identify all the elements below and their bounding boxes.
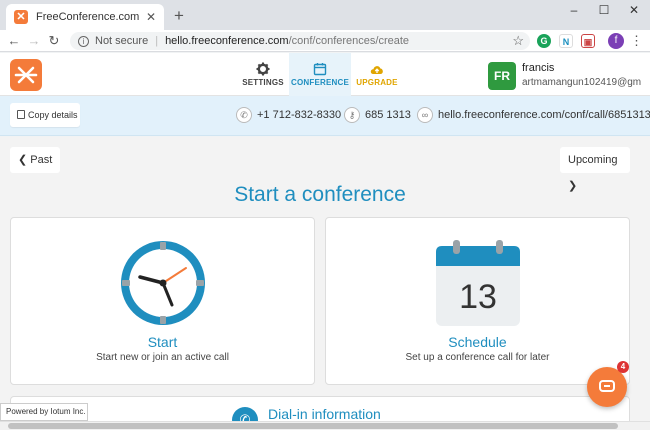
back-icon[interactable]: ← [4,33,24,48]
schedule-call-card[interactable]: 13 Schedule Set up a conference call for… [325,217,630,385]
copy-details-label: Copy details [28,110,78,120]
phone-icon: ✆ [236,107,252,123]
copy-icon [17,110,25,119]
clock-icon [121,241,205,325]
chevron-left-icon: ❮ [18,154,28,166]
chat-button[interactable] [587,367,627,407]
grammarly-extension-icon[interactable]: G [537,34,551,48]
page-title: Start a conference [234,183,406,206]
calendar-icon [313,63,327,76]
nav-settings-label: SETTINGS [242,78,284,87]
address-separator: | [155,35,159,47]
forward-icon[interactable]: → [24,33,44,48]
notion-extension-icon[interactable]: N [559,34,573,48]
reload-icon[interactable]: ↻ [44,33,64,49]
chat-bubble-icon [599,380,615,392]
freeconference-favicon-icon: ✕ [14,10,28,24]
nav-upgrade[interactable]: UPGRADE [352,53,402,96]
calendar-day-number: 13 [459,278,497,316]
new-tab-button[interactable]: + [170,6,188,26]
access-code: ⚷ 685 1313 [344,107,411,123]
app-header: SETTINGS CONFERENCE UPGRADE [0,53,650,96]
nav-conference-label: CONFERENCE [290,78,349,87]
start-card-subtitle: Start new or join an active call [96,352,229,363]
nav-conference[interactable]: CONFERENCE [289,53,351,96]
cloud-upload-icon [370,66,383,74]
gear-icon [256,62,270,76]
conference-details-bar: Copy details ✆ +1 712-832-8330 ⚷ 685 131… [0,96,650,136]
upcoming-label: Upcoming [568,154,618,166]
address-host: hello.freeconference.com [165,35,289,47]
window-close-icon[interactable]: ✕ [624,3,644,17]
security-label: Not secure [95,35,149,47]
copy-details-button[interactable]: Copy details [10,103,80,127]
info-icon[interactable]: i [78,35,89,47]
user-email: artmamangun102419@gm [522,77,642,88]
past-label: Past [30,154,53,166]
past-button[interactable]: ❮ Past [10,147,61,173]
maximize-icon[interactable]: ☐ [594,3,614,17]
calendar-13-icon: 13 [436,240,520,326]
browser-tabstrip: ✕ FreeConference.com ✕ + – ☐ ✕ [0,0,650,30]
dial-in-phone-number: +1 712-832-8330 [257,109,342,121]
start-call-card[interactable]: Start Start new or join an active call [10,217,315,385]
tab-close-icon[interactable]: ✕ [146,10,156,24]
link-icon: ∞ [417,107,433,123]
user-name[interactable]: francis [522,62,554,74]
browser-tab[interactable]: ✕ FreeConference.com ✕ [6,4,164,30]
upcoming-button[interactable]: Upcoming ❯ [560,147,630,192]
nav-settings[interactable]: SETTINGS [240,53,286,96]
browser-menu-icon[interactable]: ⋮ [630,33,643,49]
browser-toolbar: ← → ↻ i Not secure | hello.freeconferenc… [0,30,650,52]
profile-avatar-icon[interactable]: f [608,33,624,49]
schedule-card-title: Schedule [448,334,507,350]
bookmark-star-icon[interactable]: ☆ [512,33,524,49]
nav-upgrade-label: UPGRADE [356,78,398,87]
schedule-card-subtitle: Set up a conference call for later [405,352,550,363]
address-path: /conf/conferences/create [288,35,410,47]
main-content: ❮ Past Upcoming ❯ Start a conference Sta… [0,137,650,430]
scrollbar-thumb[interactable] [8,423,618,429]
screen-capture-extension-icon[interactable]: ▣ [581,34,595,48]
powered-by-label[interactable]: Powered by Iotum Inc. [0,403,88,421]
horizontal-scrollbar[interactable] [0,421,650,430]
start-card-title: Start [147,334,178,350]
tab-title: FreeConference.com [36,11,140,23]
freeconference-logo[interactable] [10,59,42,91]
online-room-url: ∞ hello.freeconference.com/conf/call/685… [417,107,650,123]
key-icon: ⚷ [344,107,360,123]
user-avatar[interactable]: FR [488,62,516,90]
online-room-url-text[interactable]: hello.freeconference.com/conf/call/68513… [438,109,650,121]
access-code-value: 685 1313 [365,109,411,121]
dial-in-phone: ✆ +1 712-832-8330 [236,107,341,123]
address-bar[interactable]: i Not secure | hello.freeconference.com /… [70,32,530,50]
chat-notification-badge: 4 [617,361,629,373]
minimize-icon[interactable]: – [564,3,584,17]
dial-in-title: Dial-in information [268,406,381,422]
